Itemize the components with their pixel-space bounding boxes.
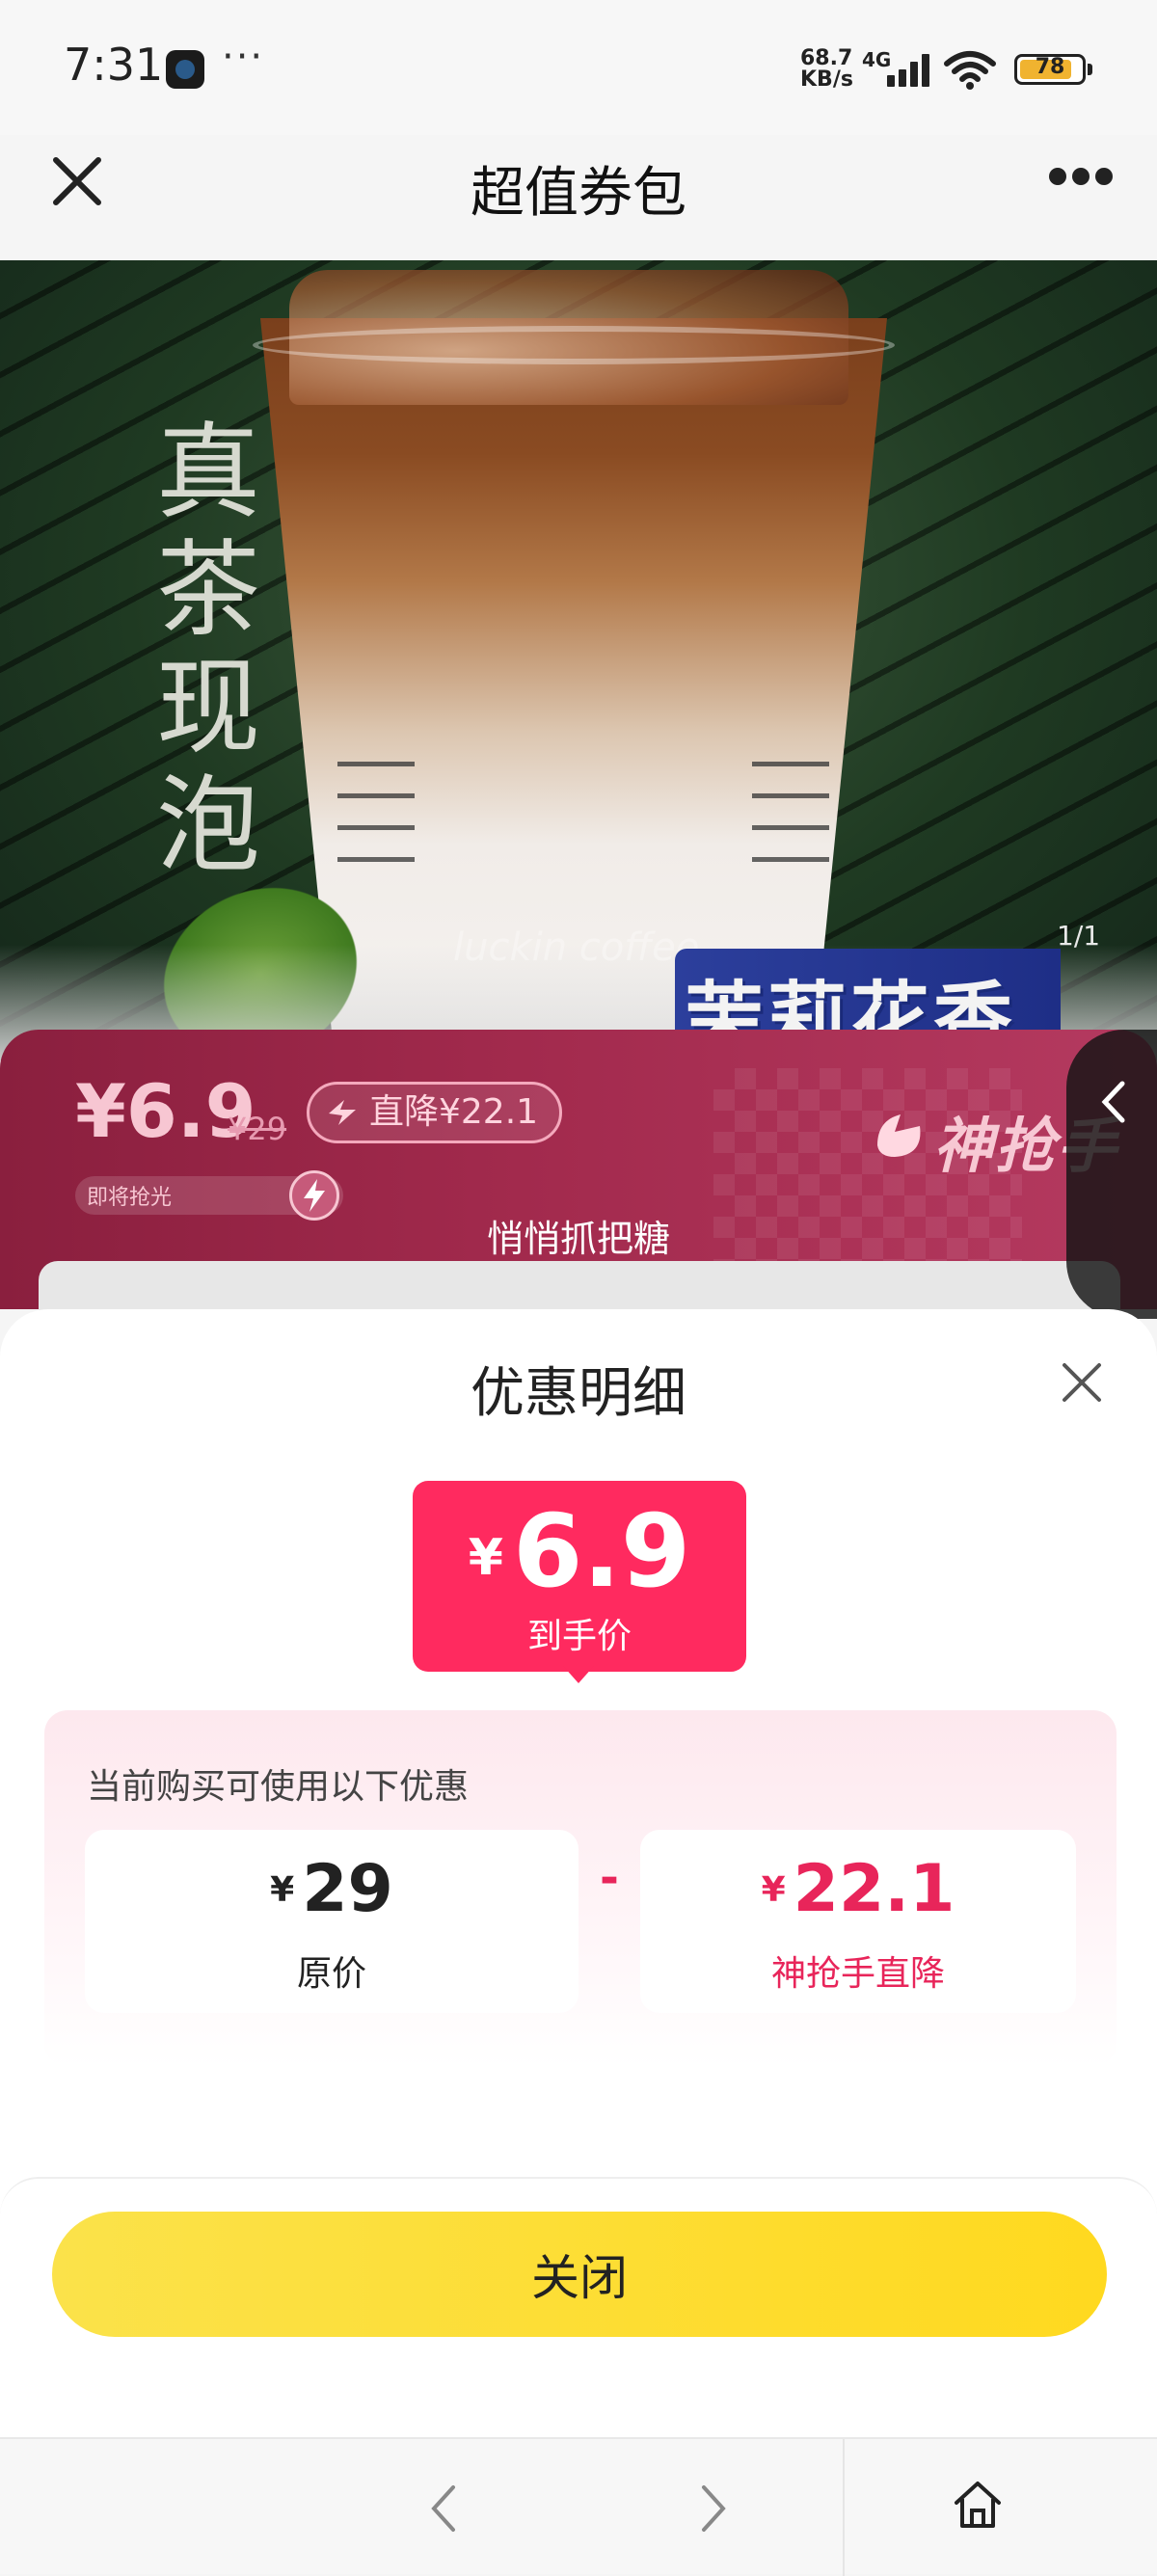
discount-badge: 直降¥22.1: [307, 1082, 563, 1143]
final-price-box: ¥6.9 到手价: [413, 1481, 746, 1672]
promo-slogan: 悄悄抓把糖: [486, 1218, 670, 1260]
status-more-indicator: ···: [222, 35, 265, 79]
image-pager: 1/1: [1057, 920, 1101, 952]
reduction-amount-value: 22.1: [793, 1851, 955, 1927]
status-time: 7:31: [64, 39, 164, 91]
battery-tip: [1088, 64, 1092, 75]
currency-symbol: ¥: [761, 1870, 786, 1910]
original-price-amount: 29: [302, 1851, 393, 1927]
home-icon[interactable]: [951, 2478, 1005, 2532]
app-notification-icon: [166, 50, 204, 89]
discount-heading: 当前购买可使用以下优惠: [87, 1767, 470, 1807]
product-hero-image: 真茶现泡 1/1 luckin coffee 茉莉花香: [0, 260, 1157, 1060]
cup-markings: [752, 762, 829, 887]
reduction-label: 神抢手直降: [770, 1954, 945, 1994]
sheet-title: 优惠明细: [471, 1362, 686, 1425]
final-price-label: 到手价: [526, 1617, 632, 1656]
network-speed-value: 68.7: [800, 46, 853, 70]
wifi-icon: [944, 51, 996, 90]
reduction-card: ¥22.1 神抢手直降: [640, 1830, 1076, 2013]
close-icon[interactable]: [1059, 1359, 1105, 1406]
discount-panel: 当前购买可使用以下优惠 ¥29 原价 - ¥22.1 神抢手直降: [44, 1710, 1117, 2067]
original-price: ¥29: [85, 1853, 578, 1927]
battery-level: 78: [1035, 55, 1065, 79]
reduction-amount: ¥22.1: [640, 1853, 1076, 1927]
more-icon[interactable]: [1049, 168, 1113, 195]
close-button[interactable]: 关闭: [52, 2212, 1107, 2337]
browser-bottom-bar: [0, 2437, 1157, 2576]
lightning-icon: [329, 1100, 356, 1125]
promo-original-price: ¥29: [228, 1111, 287, 1147]
discount-detail-sheet: 优惠明细 ¥6.9 到手价 当前购买可使用以下优惠 ¥29 原价 - ¥22.1…: [0, 1309, 1157, 2437]
network-speed-unit: KB/s: [800, 67, 853, 92]
page-title: 超值券包: [471, 162, 686, 225]
battery-icon: 78: [1014, 54, 1086, 85]
minus-operator: -: [600, 1851, 619, 1905]
sheet-footer: 关闭: [0, 2177, 1157, 2437]
cup-brand-text: luckin coffee: [453, 926, 700, 970]
hero-vertical-slogan: 真茶现泡: [155, 413, 260, 886]
original-price-label: 原价: [296, 1954, 366, 1994]
currency-symbol: ¥: [270, 1870, 295, 1910]
cup-rim: [253, 326, 895, 364]
signal-icon: [879, 52, 929, 87]
discount-badge-label: 直降¥22.1: [369, 1092, 539, 1132]
currency-symbol: ¥: [468, 1529, 503, 1587]
original-price-card: ¥29 原价: [85, 1830, 578, 2013]
chevron-left-icon[interactable]: [424, 2480, 463, 2537]
chevron-right-icon[interactable]: [694, 2480, 733, 2537]
cup-markings: [337, 762, 415, 887]
final-price-amount: 6.9: [512, 1492, 691, 1610]
side-panel-handle[interactable]: [1066, 1030, 1157, 1319]
chevron-left-icon[interactable]: [1099, 1078, 1128, 1126]
final-price: ¥6.9: [413, 1498, 746, 1611]
status-bar: 7:31 ··· 68.7 KB/s 4G 78 超值券包: [0, 0, 1157, 225]
brand-logo-icon: [877, 1114, 921, 1157]
stock-status: 即将抢光: [87, 1186, 173, 1210]
network-speed: 68.7 KB/s: [800, 48, 853, 91]
